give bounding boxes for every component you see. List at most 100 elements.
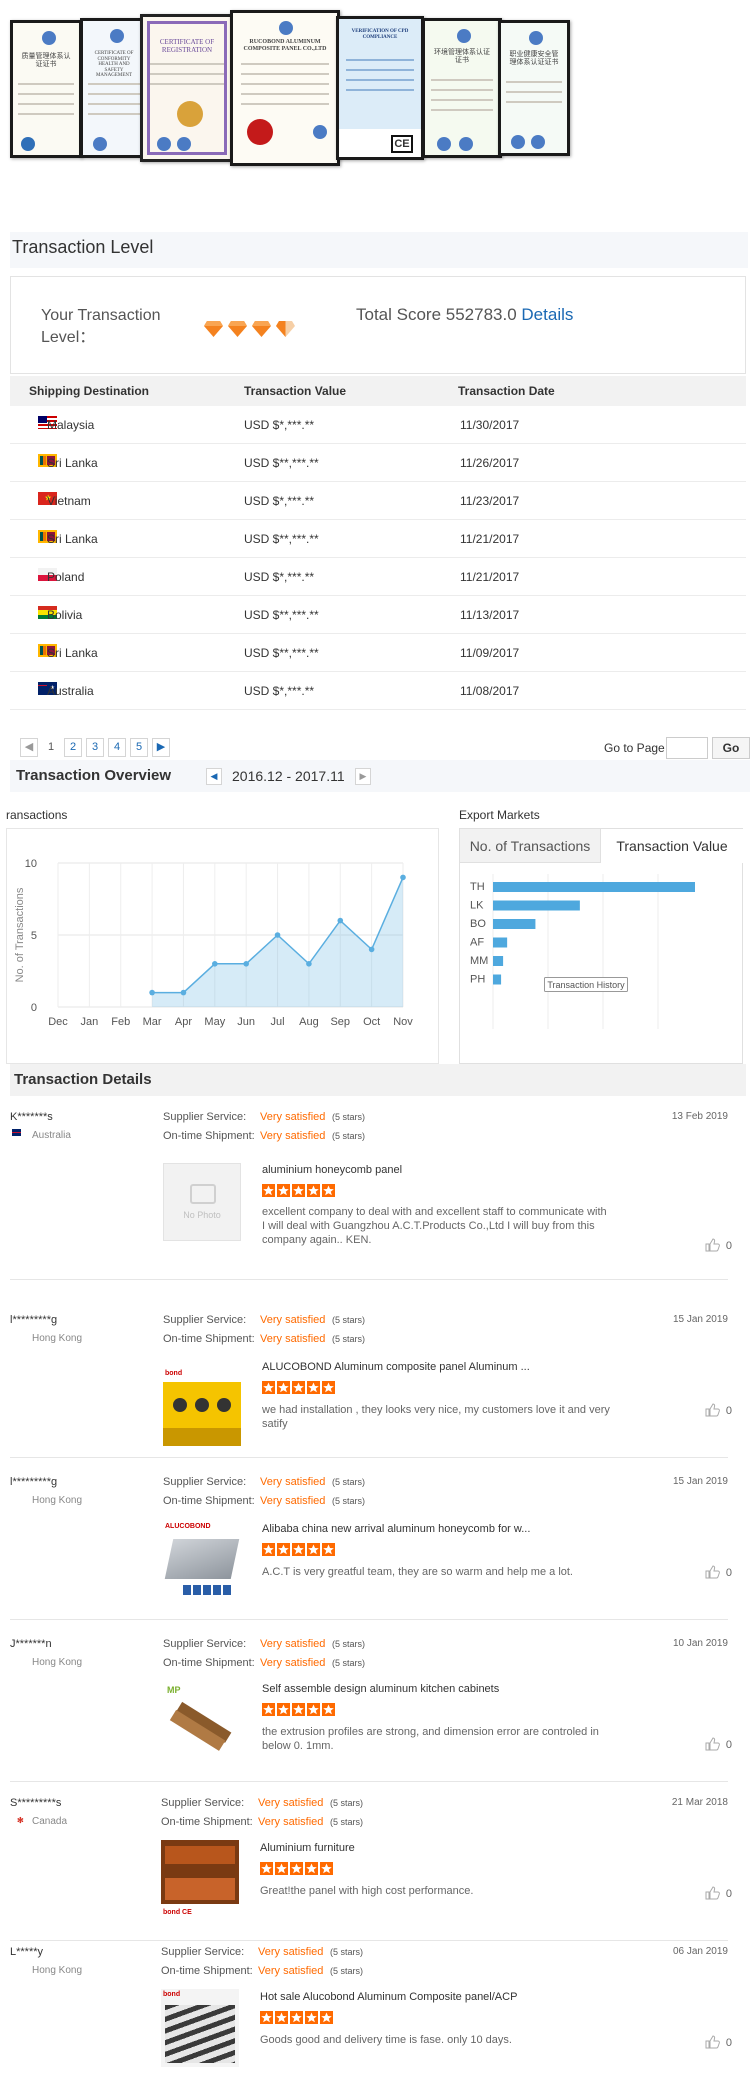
like-button[interactable]: 0 xyxy=(705,1886,732,1900)
transaction-level-panel: Your Transaction Level： Total Score 5527… xyxy=(10,276,746,374)
table-row: Sri Lanka USD $**,***.** 11/26/2017 xyxy=(10,444,746,482)
review-text: we had installation , they looks very ni… xyxy=(262,1404,610,1430)
bar[interactable] xyxy=(493,882,695,892)
transaction-level-diamonds xyxy=(203,320,296,338)
data-point xyxy=(400,874,406,881)
product-image[interactable]: No Photo xyxy=(163,1163,241,1241)
flag-hongkong-icon: ✿ xyxy=(16,1332,24,1342)
bar[interactable] xyxy=(493,919,536,929)
category-label: MM xyxy=(470,955,488,967)
product-image[interactable]: bond xyxy=(163,1368,241,1446)
like-button[interactable]: 0 xyxy=(705,1238,732,1252)
product-image[interactable]: bond CE xyxy=(161,1840,239,1918)
certificate-image[interactable]: CERTIFICATE OF REGISTRATION xyxy=(140,14,234,162)
chevron-right-icon[interactable]: ▶ xyxy=(355,768,371,785)
divider xyxy=(10,1279,728,1280)
value-cell: USD $*,***.** xyxy=(244,494,315,508)
on-time-shipment-rating: Very satisfied xyxy=(258,1965,324,1977)
diamond-icon xyxy=(203,320,224,338)
product-image[interactable]: bond xyxy=(161,1989,239,2067)
star-icon xyxy=(262,1184,275,1197)
date-cell: 11/30/2017 xyxy=(460,418,520,432)
bar[interactable] xyxy=(493,937,508,948)
bar[interactable] xyxy=(493,974,502,985)
certificate-title: 质量管理体系认证证书 xyxy=(21,52,71,68)
product-title[interactable]: Self assemble design aluminum kitchen ca… xyxy=(262,1683,499,1695)
destination-cell: Sri Lanka xyxy=(47,646,98,660)
diamond-icon xyxy=(227,320,248,338)
product-image[interactable]: MP xyxy=(163,1681,241,1759)
page-1[interactable]: 1 xyxy=(42,738,60,757)
product-title[interactable]: aluminium honeycomb panel xyxy=(262,1164,402,1176)
goto-page-input[interactable] xyxy=(666,737,708,759)
buyer-country-name: Canada xyxy=(32,1816,68,1827)
buyer-country: ✿ Hong Kong xyxy=(12,1494,82,1506)
destination-cell: Malaysia xyxy=(47,418,95,432)
star-icon xyxy=(305,2011,318,2024)
chart-title: ransactions xyxy=(6,808,68,822)
star-icon xyxy=(262,1543,275,1556)
date-cell: 11/13/2017 xyxy=(460,608,520,622)
page-2[interactable]: 2 xyxy=(64,738,82,757)
y-tick-label: 5 xyxy=(31,930,37,942)
destination-cell: Bolivia xyxy=(47,608,83,622)
like-button[interactable]: 0 xyxy=(705,1737,732,1751)
page-5[interactable]: 5 xyxy=(130,738,148,757)
star-icon xyxy=(307,1381,320,1394)
review-item: S*********s ✻ Canada 21 Mar 2018 Supplier Se… xyxy=(0,1797,750,1947)
certificate-image[interactable]: CERTIFICATE OF CONFORMITY HEALTH AND SAF… xyxy=(80,18,148,158)
star-icon xyxy=(307,1543,320,1556)
section-title: Transaction Details xyxy=(14,1071,152,1088)
buyer-country: ✿ Hong Kong xyxy=(12,1332,82,1344)
supplier-service-label: Supplier Service: xyxy=(163,1111,247,1123)
bar[interactable] xyxy=(493,956,504,966)
total-score-value: Total Score 552783.0 xyxy=(356,305,517,324)
page-3[interactable]: 3 xyxy=(86,738,104,757)
product-title[interactable]: Hot sale Alucobond Aluminum Composite pa… xyxy=(260,1991,517,2003)
supplier-service-label: Supplier Service: xyxy=(163,1476,247,1488)
chevron-left-icon[interactable]: ◀ xyxy=(206,768,222,785)
table-row: Malaysia USD $*,***.** 11/30/2017 xyxy=(10,406,746,444)
date-cell: 11/23/2017 xyxy=(460,494,520,508)
like-button[interactable]: 0 xyxy=(705,1565,732,1579)
table-row: Sri Lanka USD $**,***.** 11/21/2017 xyxy=(10,520,746,558)
supplier-service-label: Supplier Service: xyxy=(163,1638,247,1650)
thumbs-up-icon xyxy=(705,1403,720,1417)
product-image[interactable]: ALUCOBOND xyxy=(163,1521,241,1599)
star-icon xyxy=(290,1862,303,1875)
product-rating xyxy=(262,1703,335,1716)
like-button[interactable]: 0 xyxy=(705,1403,732,1417)
certificate-image[interactable]: RUCOBOND ALUMINUM COMPOSITE PANEL CO.,LT… xyxy=(230,10,340,166)
score-details-link[interactable]: Details xyxy=(521,305,573,324)
go-button[interactable]: Go xyxy=(712,737,750,759)
category-label: LK xyxy=(470,900,484,912)
product-title[interactable]: ALUCOBOND Aluminum composite panel Alumi… xyxy=(262,1361,530,1373)
like-count: 0 xyxy=(725,1405,732,1417)
transaction-level-label: Your Transaction Level： xyxy=(41,307,161,346)
product-rating xyxy=(262,1184,335,1197)
certificate-image[interactable]: 职业健康安全管理体系认证证书 xyxy=(498,20,570,156)
product-title[interactable]: Aluminium furniture xyxy=(260,1842,355,1854)
table-header: Shipping Destination Transaction Value T… xyxy=(10,376,746,406)
star-icon xyxy=(275,2011,288,2024)
certificate-image[interactable]: 质量管理体系认证证书 xyxy=(10,20,82,158)
review-date: 06 Jan 2019 xyxy=(672,1946,728,1957)
bar[interactable] xyxy=(493,900,580,911)
buyer-name: l*********g xyxy=(10,1314,58,1326)
supplier-service-rating: Very satisfied xyxy=(260,1314,326,1326)
star-icon xyxy=(262,1703,275,1716)
star-icon xyxy=(322,1381,335,1394)
on-time-shipment-stars: (5 stars) xyxy=(332,1334,366,1344)
certificate-image[interactable]: VERIFICATION OF CPD COMPLIANCE CE xyxy=(336,16,424,160)
diamond-icon xyxy=(251,320,272,338)
certificate-image[interactable]: 环境管理体系认证证书 xyxy=(422,18,502,158)
destination-cell: Poland xyxy=(47,570,85,584)
chevron-left-icon[interactable]: ◀ xyxy=(20,738,38,757)
product-rating xyxy=(262,1381,335,1394)
like-button[interactable]: 0 xyxy=(705,2035,732,2049)
page-4[interactable]: 4 xyxy=(108,738,126,757)
chevron-right-icon[interactable]: ▶ xyxy=(152,738,170,757)
star-icon xyxy=(322,1543,335,1556)
product-title[interactable]: Alibaba china new arrival aluminum honey… xyxy=(262,1523,530,1535)
thumbs-up-icon xyxy=(705,2035,720,2049)
